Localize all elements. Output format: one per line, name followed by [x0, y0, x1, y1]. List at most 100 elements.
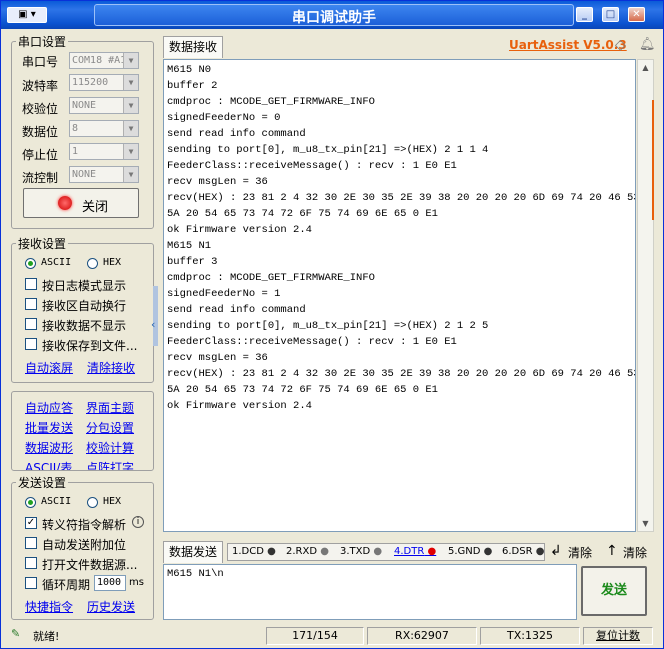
save-to-file-label: 接收保存到文件...	[42, 339, 138, 353]
shortcut-link[interactable]: 快捷指令	[25, 598, 73, 615]
flow-select[interactable]: NONE ▼	[69, 166, 139, 183]
receive-line: sending to port[0], m_u8_tx_pin[21] =>(H…	[167, 144, 489, 156]
tools-panel: 自动应答 界面主题 批量发送 分包设置 数据波形 校验计算 ASCII/表 点阵…	[11, 391, 154, 471]
pin-dtr[interactable]: 4.DTR ●	[394, 546, 436, 557]
log-mode-checkbox[interactable]	[25, 278, 37, 290]
clear-send-button[interactable]: 清除	[623, 544, 647, 561]
port-label: 串口号	[22, 55, 59, 69]
history-link[interactable]: 历史发送	[87, 598, 135, 615]
system-menu-button[interactable]: ▣ ▾	[7, 7, 47, 23]
pin-rxd-led-icon: ●	[320, 546, 329, 557]
receive-line: ok Firmware version 2.4	[167, 400, 312, 412]
open-file-checkbox[interactable]	[25, 557, 37, 569]
reset-count-button[interactable]: 复位计数	[583, 627, 653, 645]
receive-line: FeederClass::receiveMessage() : recv : 1…	[167, 160, 457, 172]
auto-append-checkbox[interactable]	[25, 537, 37, 549]
escape-parse-label: 转义符指令解析	[42, 518, 127, 532]
pin-rxd: 2.RXD ●	[286, 546, 329, 557]
minimize-button[interactable]: _	[576, 7, 593, 22]
chevron-down-icon: ▼	[123, 167, 138, 182]
parity-select[interactable]: NONE ▼	[69, 97, 139, 114]
waveform-link[interactable]: 数据波形	[25, 439, 73, 456]
status-icon: ✎	[11, 627, 21, 640]
stopbits-select[interactable]: 1 ▼	[69, 143, 139, 160]
close-window-button[interactable]: ✕	[628, 7, 645, 22]
ascii-table-link[interactable]: ASCII/表	[25, 459, 72, 470]
send-button[interactable]: 发送	[581, 566, 647, 616]
receive-area[interactable]: M615 N0 buffer 2 cmdproc : MCODE_GET_FIRMW…	[163, 59, 636, 532]
bell-icon[interactable]: 🔔︎	[639, 37, 656, 52]
baud-value: 115200	[72, 77, 109, 88]
checksum-link[interactable]: 校验计算	[86, 439, 134, 456]
receive-line: cmdproc : MCODE_GET_FIRMWARE_INFO	[167, 272, 375, 284]
status-rx: RX:62907	[367, 627, 477, 645]
auto-wrap-label: 接收区自动换行	[42, 299, 127, 313]
clear-send-arrow-icon[interactable]: ↑	[606, 543, 618, 559]
auto-scroll-link[interactable]: 自动滚屏	[25, 359, 73, 376]
receive-line: M615 N1	[167, 240, 212, 252]
tx-ascii-label: ASCII	[41, 496, 72, 507]
vertical-scrollbar[interactable]: ▲ ▼	[637, 59, 654, 532]
scroll-up-icon[interactable]: ▲	[638, 60, 653, 75]
rx-ascii-radio[interactable]	[25, 258, 36, 269]
brand-link[interactable]: UartAssist V5.0.3	[509, 38, 627, 52]
receive-line: buffer 2	[167, 80, 218, 92]
receive-line: 5A 20 54 65 73 74 72 6F 75 74 69 6E 65 0…	[167, 384, 438, 396]
receive-line: recv(HEX) : 23 81 2 4 32 30 2E 30 35 2E …	[167, 368, 636, 380]
ui-theme-link[interactable]: 界面主题	[86, 399, 134, 416]
pin-dcd-label: 1.DCD	[232, 546, 264, 557]
save-to-file-checkbox[interactable]	[25, 338, 37, 350]
dot-matrix-link[interactable]: 点阵打字	[86, 459, 134, 470]
panel-splitter[interactable]	[153, 286, 158, 346]
tx-hex-radio[interactable]	[87, 497, 98, 508]
pin-txd-label: 3.TXD	[340, 546, 371, 557]
close-port-label: 关闭	[82, 200, 109, 215]
port-select[interactable]: COM18 #A1 ▼	[69, 52, 139, 69]
escape-parse-checkbox[interactable]: ✓	[25, 517, 37, 529]
open-file-label: 打开文件数据源...	[42, 558, 138, 572]
rx-ascii-label: ASCII	[41, 257, 72, 268]
receive-line: M615 N0	[167, 64, 212, 76]
send-input[interactable]: M615 N1\n	[163, 564, 577, 620]
chevron-down-icon: ▼	[123, 53, 138, 68]
close-port-button[interactable]: 关闭	[23, 188, 139, 218]
tx-ascii-radio[interactable]	[25, 497, 36, 508]
parity-label: 校验位	[22, 102, 59, 116]
hide-data-checkbox[interactable]	[25, 318, 37, 330]
auto-reply-link[interactable]: 自动应答	[25, 399, 73, 416]
cycle-period-input[interactable]: 1000	[94, 575, 126, 591]
receive-line: send read info command	[167, 304, 306, 316]
maximize-button[interactable]: □	[602, 7, 619, 22]
send-settings-label: 发送设置	[16, 474, 69, 491]
title-bar: ▣ ▾ 串口调试助手 _ □ ✕	[1, 1, 663, 29]
rx-hex-radio[interactable]	[87, 258, 98, 269]
diamond-icon[interactable]: ◇	[615, 37, 626, 53]
pin-txd: 3.TXD ●	[340, 546, 382, 557]
pin-txd-led-icon: ●	[373, 546, 383, 557]
receive-line: signedFeederNo = 1	[167, 288, 281, 300]
scroll-down-icon[interactable]: ▼	[638, 516, 653, 531]
clear-receive-arrow-icon[interactable]: ↲	[550, 543, 562, 559]
clear-receive-link[interactable]: 清除接收	[87, 359, 135, 376]
info-icon[interactable]: i	[132, 516, 144, 528]
clear-receive-button[interactable]: 清除	[568, 544, 592, 561]
tab-receive[interactable]: 数据接收	[163, 36, 223, 58]
databits-label: 数据位	[22, 125, 59, 139]
packet-setting-link[interactable]: 分包设置	[86, 419, 134, 436]
cycle-label: 循环周期	[42, 578, 91, 592]
scroll-accent	[652, 100, 654, 220]
auto-wrap-checkbox[interactable]	[25, 298, 37, 310]
collapse-arrow-icon[interactable]: ‹	[151, 318, 155, 331]
receive-settings-label: 接收设置	[16, 235, 69, 252]
pin-gnd-led-icon: ●	[483, 546, 493, 557]
tab-send[interactable]: 数据发送	[163, 541, 223, 563]
receive-line: recv msgLen = 36	[167, 352, 268, 364]
pin-dsr-led-icon: ●	[535, 546, 545, 557]
baud-select[interactable]: 115200 ▼	[69, 74, 139, 91]
receive-line: FeederClass::receiveMessage() : recv : 1…	[167, 336, 457, 348]
pin-gnd: 5.GND ●	[448, 546, 492, 557]
batch-send-link[interactable]: 批量发送	[25, 419, 73, 436]
chevron-down-icon: ▼	[123, 144, 138, 159]
cycle-checkbox[interactable]	[25, 577, 37, 589]
databits-select[interactable]: 8 ▼	[69, 120, 139, 137]
